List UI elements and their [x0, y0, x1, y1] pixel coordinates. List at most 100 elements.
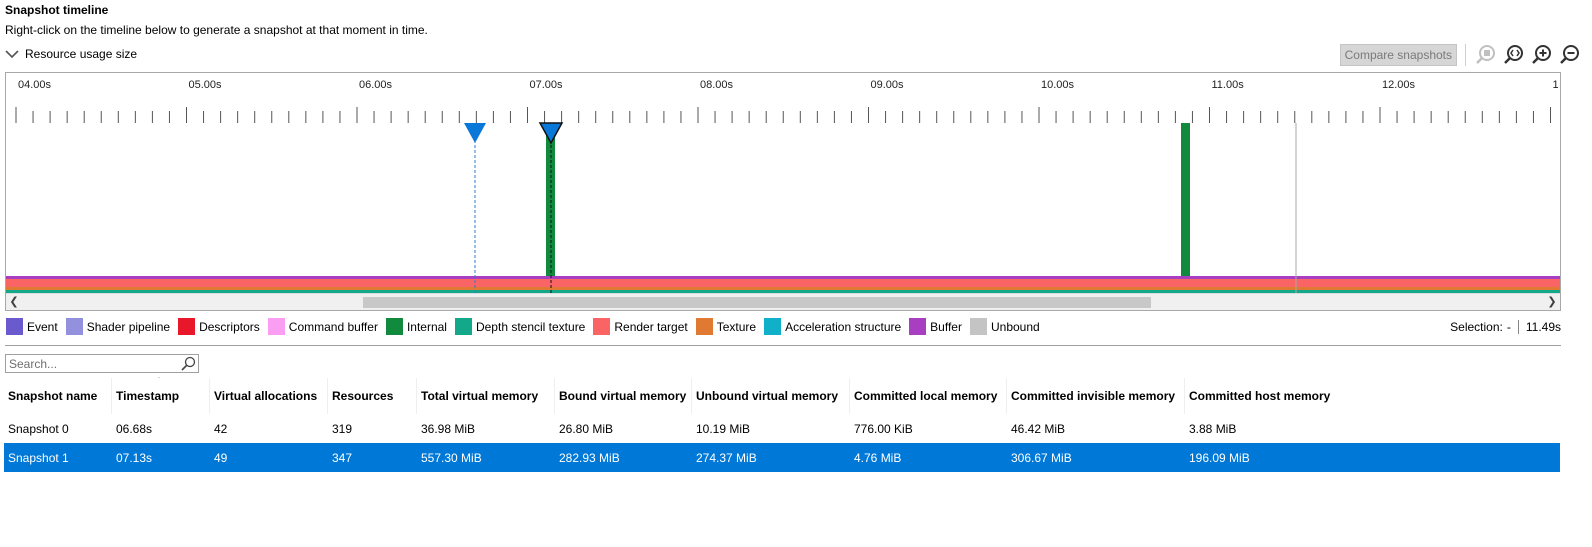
tick-label: 05.00s — [189, 79, 223, 91]
section-divider — [5, 345, 1561, 346]
tick-label: 08.00s — [700, 79, 734, 91]
column-header[interactable]: Bound virtual memory — [555, 378, 692, 414]
legend-item: Command buffer — [267, 318, 378, 335]
toolbar-divider — [1465, 44, 1466, 66]
timeline-canvas[interactable]: 04.00s 05.00s 06.00s 07.00s 08.00s 09.00s 10.0… — [6, 73, 1560, 293]
legend-swatch — [454, 318, 472, 335]
table-cell: 07.13s — [116, 450, 153, 465]
time-ruler — [15, 107, 1551, 123]
dropdown-label: Resource usage size — [25, 47, 138, 61]
column-header[interactable]: Timestamp — [112, 378, 210, 414]
legend-label: Descriptors — [199, 319, 260, 334]
render-target-band — [6, 279, 1560, 287]
table-cell: 49 — [214, 450, 228, 465]
legend-swatch — [969, 318, 987, 335]
internal-event-bar[interactable] — [1181, 123, 1190, 276]
timeline-scrollbar[interactable]: ❮ ❯ — [6, 293, 1560, 310]
zoom-to-selection-icon[interactable] — [1474, 43, 1498, 67]
zoom-reset-icon[interactable] — [1502, 43, 1526, 67]
legend-swatch — [267, 318, 285, 335]
legend-item: Unbound — [969, 318, 1040, 335]
zoom-in-icon[interactable] — [1530, 43, 1554, 67]
column-header[interactable]: Committed host memory — [1185, 378, 1560, 414]
tick-label: 06.00s — [359, 79, 393, 91]
column-header[interactable]: Snapshot name — [4, 378, 112, 414]
resource-usage-dropdown[interactable]: Resource usage size — [5, 47, 137, 61]
table-cell: Snapshot 0 — [8, 421, 69, 436]
legend-item: Texture — [695, 318, 757, 335]
legend-swatch — [695, 318, 713, 335]
snapshot-0-marker[interactable] — [464, 123, 486, 143]
legend-label: Buffer — [930, 319, 962, 334]
legend-label: Acceleration structure — [785, 319, 902, 334]
panel-subtitle: Right-click on the timeline below to gen… — [5, 23, 428, 37]
legend-label: Shader pipeline — [86, 319, 171, 334]
table-cell: 196.09 MiB — [1189, 450, 1250, 465]
timeline-toolbar: Compare snapshots — [1339, 43, 1582, 67]
legend-swatch — [65, 318, 83, 335]
legend-swatch — [764, 318, 782, 335]
table-cell: 557.30 MiB — [421, 450, 482, 465]
table-cell: 319 — [332, 421, 353, 436]
legend-item: Internal — [385, 318, 447, 335]
legend-item: Buffer — [909, 318, 962, 335]
table-cell: Snapshot 1 — [8, 450, 69, 465]
compare-snapshots-button[interactable]: Compare snapshots — [1339, 44, 1457, 66]
search-box[interactable] — [5, 354, 199, 373]
scrollbar-thumb[interactable] — [363, 297, 1151, 308]
scroll-right-arrow[interactable]: ❯ — [1544, 294, 1560, 310]
table-cell: 4.76 MiB — [854, 450, 902, 465]
table-cell: 282.93 MiB — [559, 450, 620, 465]
column-header[interactable]: Unbound virtual memory — [692, 378, 850, 414]
snapshot-1-marker[interactable] — [538, 122, 564, 145]
legend: Event Shader pipeline Descriptors Command b… — [6, 318, 1048, 335]
table-row[interactable]: Snapshot 0 06.68s 42 319 36.98 MiB 26.80 MiB 1… — [4, 414, 1560, 443]
tick-label: 04.00s — [18, 79, 52, 91]
legend-label: Internal — [406, 319, 447, 334]
snapshot-timeline[interactable]: 04.00s 05.00s 06.00s 07.00s 08.00s 09.00s 10.0… — [5, 72, 1561, 311]
table-cell: 26.80 MiB — [559, 421, 614, 436]
legend-item: Event — [6, 318, 58, 335]
legend-swatch — [385, 318, 403, 335]
column-header[interactable]: Total virtual memory — [417, 378, 555, 414]
table-cell: 306.67 MiB — [1011, 450, 1072, 465]
tick-label: 07.00s — [530, 79, 564, 91]
table-cell: 274.37 MiB — [696, 450, 757, 465]
snapshot-table: Snapshot name Timestamp Virtual allocation… — [4, 378, 1560, 472]
table-cell: 347 — [332, 450, 353, 465]
zoom-out-icon[interactable] — [1558, 43, 1582, 67]
table-cell: 42 — [214, 421, 228, 436]
legend-swatch — [178, 318, 196, 335]
selection-divider — [1517, 320, 1519, 334]
scroll-left-arrow[interactable]: ❮ — [6, 294, 22, 310]
column-header[interactable]: Resources — [328, 378, 417, 414]
table-row[interactable]: Snapshot 1 07.13s 49 347 557.30 MiB 282.93 Mi… — [4, 443, 1560, 472]
selection-time: 11.49s — [1525, 320, 1561, 334]
tick-label: 1 — [1553, 79, 1559, 91]
legend-label: Event — [27, 319, 58, 334]
selection-readout: Selection: - 11.49s — [1450, 320, 1561, 334]
tick-label: 11.00s — [1212, 79, 1245, 91]
legend-swatch — [6, 318, 23, 335]
column-header[interactable]: Committed local memory — [850, 378, 1007, 414]
table-cell: 06.68s — [116, 421, 153, 436]
legend-item: Shader pipeline — [65, 318, 171, 335]
table-cell: 776.00 KiB — [854, 421, 913, 436]
legend-label: Texture — [716, 319, 757, 334]
table-cell: 36.98 MiB — [421, 421, 476, 436]
panel-title: Snapshot timeline — [5, 3, 109, 17]
search-input[interactable] — [6, 355, 176, 372]
search-icon[interactable] — [180, 356, 196, 372]
column-header[interactable]: Committed invisible memory — [1007, 378, 1185, 414]
column-header[interactable]: Virtual allocations — [210, 378, 328, 414]
table-header: Snapshot name Timestamp Virtual allocation… — [4, 378, 1560, 414]
legend-label: Depth stencil texture — [475, 319, 586, 334]
legend-item: Descriptors — [178, 318, 260, 335]
selection-label: Selection: — [1450, 320, 1503, 334]
table-cell: 10.19 MiB — [696, 421, 751, 436]
buffer-band — [6, 276, 1560, 279]
selection-value: - — [1506, 320, 1511, 334]
legend-label: Unbound — [990, 319, 1040, 334]
legend-label: Render target — [614, 319, 688, 334]
tick-label: 10.00s — [1041, 79, 1075, 91]
